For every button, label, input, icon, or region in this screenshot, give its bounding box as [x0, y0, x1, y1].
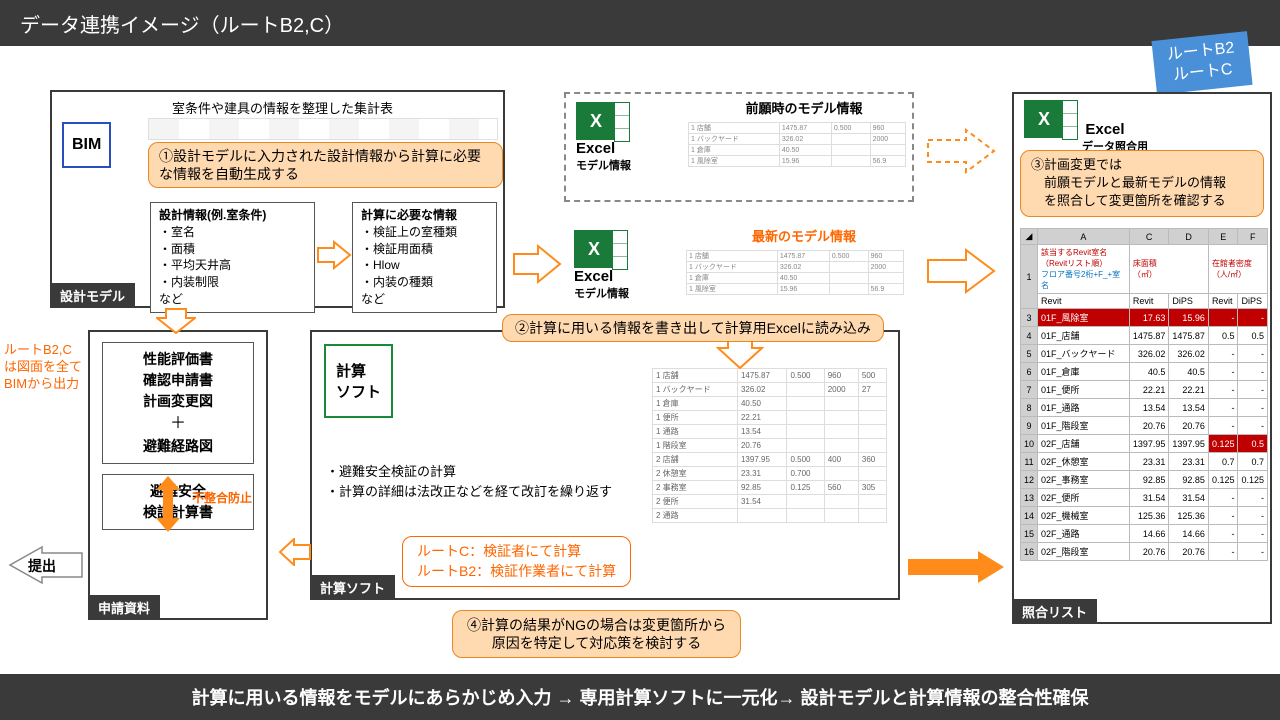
info-box-design: 設計情報(例.室条件) ・室名 ・面積 ・平均天井高 ・内装制限 など [150, 202, 315, 313]
info1-items: ・室名 ・面積 ・平均天井高 ・内装制限 など [159, 224, 306, 308]
info2-items: ・検証上の室種類 ・検証用面積 ・Hlow ・内装の種類 など [361, 224, 488, 308]
submit-label: 提出 [6, 545, 86, 585]
callout-1: ①設計モデルに入力された設計情報から計算に必要な情報を自動生成する [148, 142, 503, 188]
arrow-updown [150, 474, 186, 534]
table-row: 1502F_通路14.6614.66-- [1021, 525, 1268, 543]
vh3: 在館者密度 （人/㎡） [1212, 259, 1252, 279]
slide-title: データ連携イメージ（ルートB2,C） [20, 9, 344, 38]
bim-panel: BIM 室条件や建具の情報を整理した集計表 ①設計モデルに入力された設計情報から… [50, 90, 505, 308]
sh2: DiPS [1169, 294, 1209, 309]
table-row: 1102F_休憩室23.3123.310.70.7 [1021, 453, 1268, 471]
callout-5: ③計画変更では 前願モデルと最新モデルの情報 を照合して変更箇所を確認する [1020, 150, 1264, 217]
excel-latest-box: X Excel モデル情報 最新のモデル情報 1 店舗1475.870.5009… [564, 222, 914, 326]
vh2: 床面積 （㎡） [1133, 259, 1157, 279]
bim-subtitle: 室条件や建具の情報を整理した集計表 [172, 98, 393, 117]
excel-prev-mini: 1 店舗1475.870.500960 1 バックヤード326.022000 1… [688, 122, 906, 167]
bim-table-thumb [148, 118, 498, 140]
excel-sub2: モデル情報 [574, 285, 629, 301]
table-row: 401F_店舗1475.871475.870.50.5 [1021, 327, 1268, 345]
side-note: ルートB2,C は図面を全て BIMから出力 [4, 342, 82, 393]
excel-prev-box: X Excel モデル情報 前願時のモデル情報 1 店舗1475.870.500… [564, 92, 914, 202]
table-row: 501F_バックヤード326.02326.02-- [1021, 345, 1268, 363]
excel-latest-mini: 1 店舗1475.870.500960 1 バックヤード326.022000 1… [686, 250, 904, 295]
bim-panel-label: 設計モデル [50, 283, 135, 308]
table-row: 301F_風除室17.6315.96-- [1021, 309, 1268, 327]
table-row: 1302F_便所31.5431.54-- [1021, 489, 1268, 507]
arrow-latest-to-verify [926, 248, 996, 294]
table-row: 701F_便所22.2122.21-- [1021, 381, 1268, 399]
doc-box-1: 性能評価書 確認申請書 計画変更図 ＋ 避難経路図 [102, 342, 254, 464]
info-box-calc: 計算に必要な情報 ・検証上の室種類 ・検証用面積 ・Hlow ・内装の種類 など [352, 202, 497, 313]
calc-desc: ・避難安全検証の計算 ・計算の詳細は法改正などを経て改訂を繰り返す [326, 462, 612, 501]
excel-icon: X [576, 102, 616, 140]
table-row: 1602F_階段室20.7620.76-- [1021, 543, 1268, 561]
excel-icon: X [574, 230, 614, 268]
excel-label3: Excel [1085, 121, 1124, 138]
verify-panel-label: 照合リスト [1012, 599, 1097, 624]
table-row: 801F_通路13.5413.54-- [1021, 399, 1268, 417]
vh1b: フロア番号2桁+F_+室名 [1041, 270, 1120, 290]
doc-plus: ＋ [111, 412, 245, 436]
arrow-bim-to-excel [512, 244, 562, 284]
calc-box: 計算 ソフト [324, 344, 393, 418]
calc-mini-table: 1 店舗1475.870.500960500 1 バックヤード326.02200… [652, 368, 887, 523]
sh1: Revit [1129, 294, 1169, 309]
arrow-calc-to-verify [906, 550, 1006, 584]
route-tag: ルートB2 ルートC [1152, 31, 1253, 94]
submit-text: 提出 [28, 556, 56, 576]
calc-panel-label: 計算ソフト [310, 575, 395, 600]
sh3: Revit [1208, 294, 1238, 309]
vh1: 該当するRevit室名 （Revitリスト順） [1041, 248, 1107, 268]
inconsistency-label: 不整合防止 [192, 489, 252, 506]
slide-footer: 計算に用いる情報をモデルにあらかじめ入力 → 専用計算ソフトに一元化→ 設計モデ… [0, 674, 1280, 720]
table-row: 901F_階段室20.7620.76-- [1021, 417, 1268, 435]
bim-box: BIM [62, 122, 111, 168]
docs-panel-label: 申請資料 [88, 595, 160, 620]
sh0: Revit [1038, 294, 1130, 309]
sh4: DiPS [1238, 294, 1268, 309]
excel-label2: Excel [574, 268, 629, 285]
arrow-prev-to-verify [926, 128, 996, 174]
table-row: 1002F_店舗1397.951397.950.1250.5 [1021, 435, 1268, 453]
excel-label: Excel [576, 140, 631, 157]
table-row: 1202F_事務室92.8592.850.1250.125 [1021, 471, 1268, 489]
calc-panel: 計算 ソフト ②計算に用いる情報を書き出して計算用Excelに読み込み ・避難安… [310, 330, 900, 600]
arrow-calc-to-doc [278, 538, 312, 566]
verify-panel: X Excel データ照合用 ③計画変更では 前願モデルと最新モデルの情報 を照… [1012, 92, 1272, 624]
callout-3: ルートC：検証者にて計算 ルートB2：検証作業者にて計算 [402, 536, 631, 587]
info1-title: 設計情報(例.室条件) [159, 208, 266, 222]
excel-latest-title: 最新のモデル情報 [704, 226, 904, 245]
excel-icon: X [1024, 100, 1064, 138]
arrow-info [316, 240, 352, 270]
table-row: 601F_倉庫40.540.5-- [1021, 363, 1268, 381]
excel-prev-title: 前願時のモデル情報 [706, 98, 902, 117]
doc-box-1b: 避難経路図 [111, 436, 245, 457]
info2-title: 計算に必要な情報 [361, 208, 457, 222]
callout-2: ②計算に用いる情報を書き出して計算用Excelに読み込み [502, 314, 884, 342]
slide-header: データ連携イメージ（ルートB2,C） [0, 0, 1280, 46]
arrow-bim-down [156, 308, 196, 334]
doc-box-1-text: 性能評価書 確認申請書 計画変更図 [111, 349, 245, 412]
callout-4: ④計算の結果がNGの場合は変更箇所から 原因を特定して対応策を検討する [452, 610, 741, 658]
verify-table: ◢ ACDEF 1 該当するRevit室名 （Revitリスト順）フロア番号2桁… [1020, 228, 1268, 561]
table-row: 1402F_機械室125.36125.36-- [1021, 507, 1268, 525]
excel-sub: モデル情報 [576, 157, 631, 173]
